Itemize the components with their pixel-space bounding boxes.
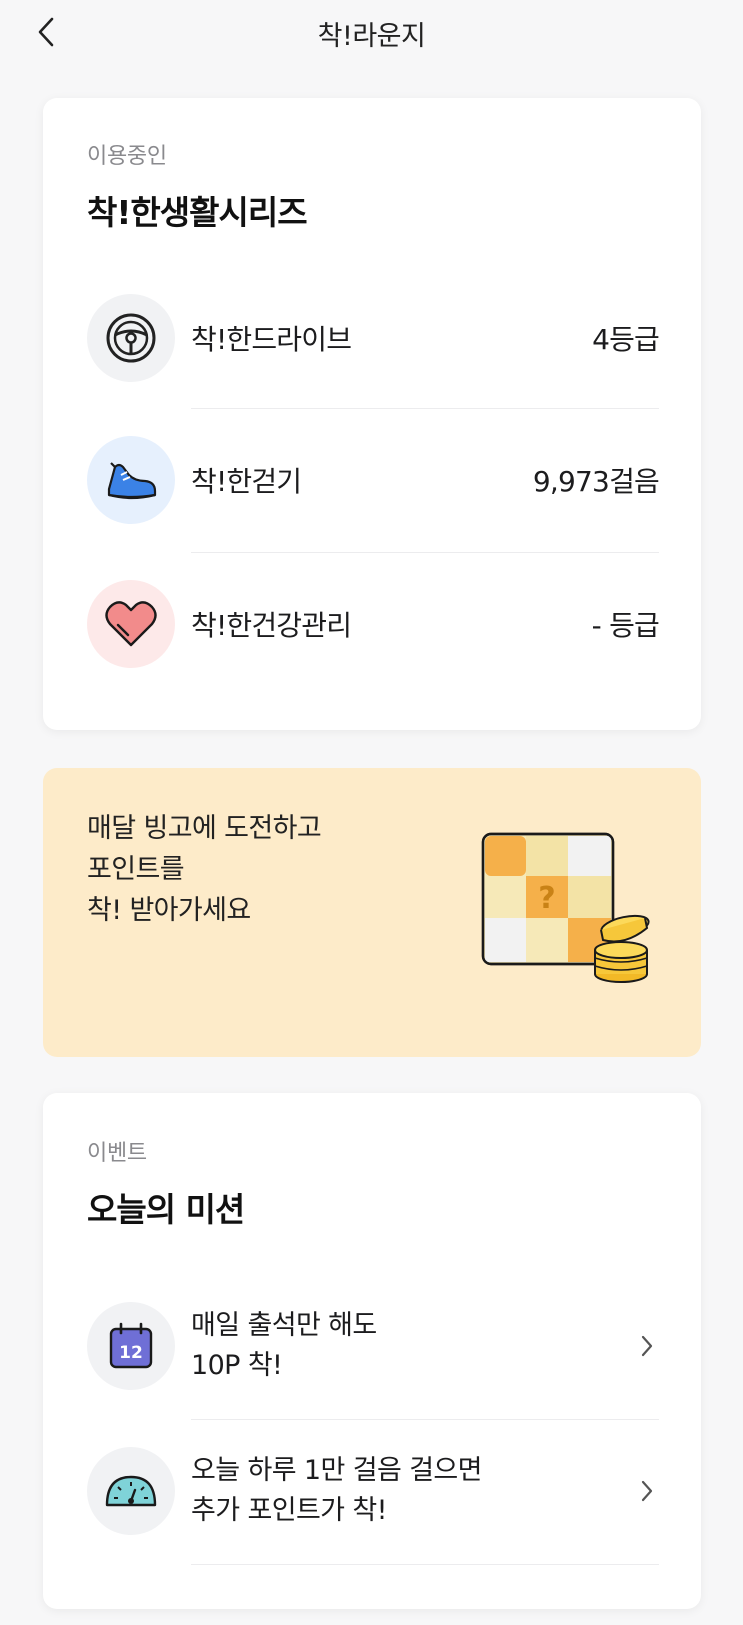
banner-line: 매달 빙고에 도전하고 [87, 813, 322, 844]
banner-line: 착! 받아가세요 [87, 895, 251, 926]
series-item-label: 착!한건강관리 [191, 609, 352, 642]
series-heading: 착!한생활시리즈 [87, 193, 308, 232]
walk-goal-icon-badge [87, 1447, 175, 1535]
series-item-label: 착!한걷기 [191, 465, 302, 498]
series-item-value: 4등급 [592, 323, 660, 356]
mission-card: 이벤트 오늘의 미션 12 매일 출석만 해도 10P 착! 오늘 하루 1만 … [43, 1093, 701, 1609]
bingo-question-mark: ? [538, 881, 555, 916]
mission-line: 추가 포인트가 착! [191, 1495, 387, 1526]
series-item-value: 9,973걸음 [532, 465, 660, 498]
page-title: 착!라운지 [317, 21, 426, 52]
divider [191, 552, 659, 553]
sneaker-icon [107, 462, 157, 500]
chevron-right-icon [635, 1479, 659, 1503]
series-item-drive[interactable]: 착!한드라이브 4등급 [87, 294, 660, 382]
series-overline: 이용중인 [87, 144, 167, 169]
walk-icon-badge [87, 436, 175, 524]
mission-item-attendance[interactable]: 12 매일 출석만 해도 10P 착! [87, 1301, 659, 1391]
series-card: 이용중인 착!한생활시리즈 착!한드라이브 4등급 착!한걷기 9,973걸음 … [43, 98, 701, 730]
mission-item-text: 매일 출석만 해도 10P 착! [191, 1306, 635, 1386]
series-item-value: - 등급 [591, 609, 660, 642]
health-icon-badge [87, 580, 175, 668]
mission-line: 10P 착! [191, 1350, 283, 1381]
divider [191, 1419, 659, 1420]
bingo-banner[interactable]: 매달 빙고에 도전하고 포인트를 착! 받아가세요 ? [43, 768, 701, 1057]
mission-overline: 이벤트 [87, 1141, 147, 1166]
divider [191, 408, 659, 409]
mission-item-walk-goal[interactable]: 오늘 하루 1만 걸음 걸으면 추가 포인트가 착! [87, 1446, 659, 1536]
series-item-label: 착!한드라이브 [191, 323, 352, 356]
attendance-icon-badge: 12 [87, 1302, 175, 1390]
divider [191, 1564, 659, 1565]
bingo-banner-text: 매달 빙고에 도전하고 포인트를 착! 받아가세요 [87, 808, 322, 931]
lounge-page: 착!라운지 이용중인 착!한생활시리즈 착!한드라이브 4등급 착!한걷기 9,… [0, 0, 743, 1625]
app-header: 착!라운지 [0, 0, 743, 62]
series-item-walk[interactable]: 착!한걷기 9,973걸음 [87, 436, 660, 524]
mission-item-text: 오늘 하루 1만 걸음 걸으면 추가 포인트가 착! [191, 1451, 635, 1531]
speedometer-icon [105, 1475, 157, 1507]
steering-wheel-icon [106, 313, 156, 363]
mission-heading: 오늘의 미션 [87, 1190, 245, 1229]
drive-icon-badge [87, 294, 175, 382]
chevron-right-icon [635, 1334, 659, 1358]
calendar-icon: 12 [109, 1322, 153, 1369]
banner-line: 포인트를 [87, 854, 185, 885]
calendar-day: 12 [119, 1343, 143, 1363]
series-item-health[interactable]: 착!한건강관리 - 등급 [87, 580, 660, 668]
heart-icon [105, 601, 157, 647]
mission-line: 매일 출석만 해도 [191, 1310, 377, 1341]
bingo-board-coins-icon: ? [481, 832, 650, 983]
mission-line: 오늘 하루 1만 걸음 걸으면 [191, 1455, 483, 1486]
